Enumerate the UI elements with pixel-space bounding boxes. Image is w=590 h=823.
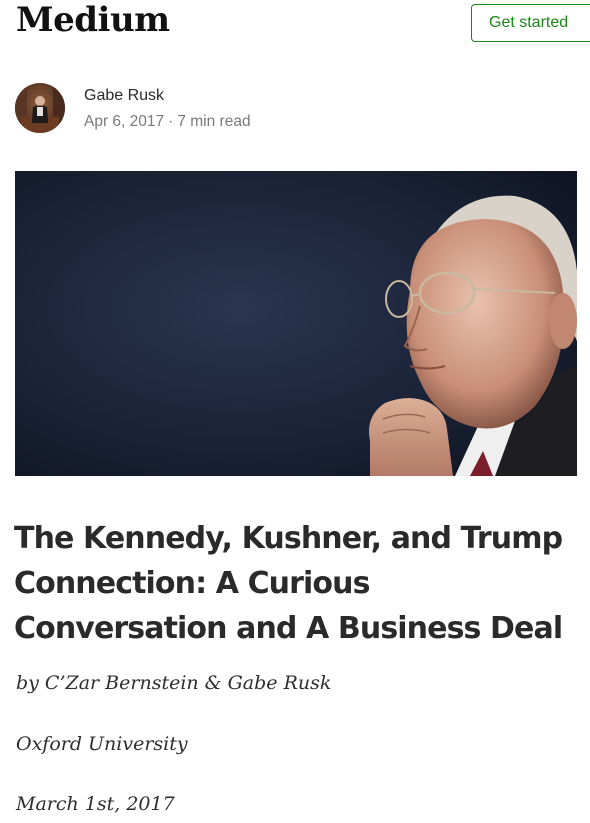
hero-image [15, 171, 577, 476]
publish-date: Apr 6, 2017 [84, 113, 165, 130]
hero-photo-portrait [15, 171, 577, 476]
medium-logo[interactable]: Medium [16, 0, 170, 40]
author-name-link[interactable]: Gabe Rusk [84, 86, 164, 106]
article-title: The Kennedy, Kushner, and Trump Connecti… [14, 521, 563, 646]
article-affiliation: Oxford University [16, 733, 188, 755]
get-started-button[interactable]: Get started [471, 4, 590, 42]
avatar-photo [15, 83, 65, 133]
article-date: March 1st, 2017 [16, 793, 175, 815]
post-meta: Apr 6, 2017 · 7 min read [84, 112, 251, 132]
meta-separator: · [168, 113, 174, 130]
author-avatar[interactable] [15, 83, 65, 133]
article-byline: by C’Zar Bernstein & Gabe Rusk [16, 672, 332, 694]
read-time: 7 min read [177, 113, 251, 130]
